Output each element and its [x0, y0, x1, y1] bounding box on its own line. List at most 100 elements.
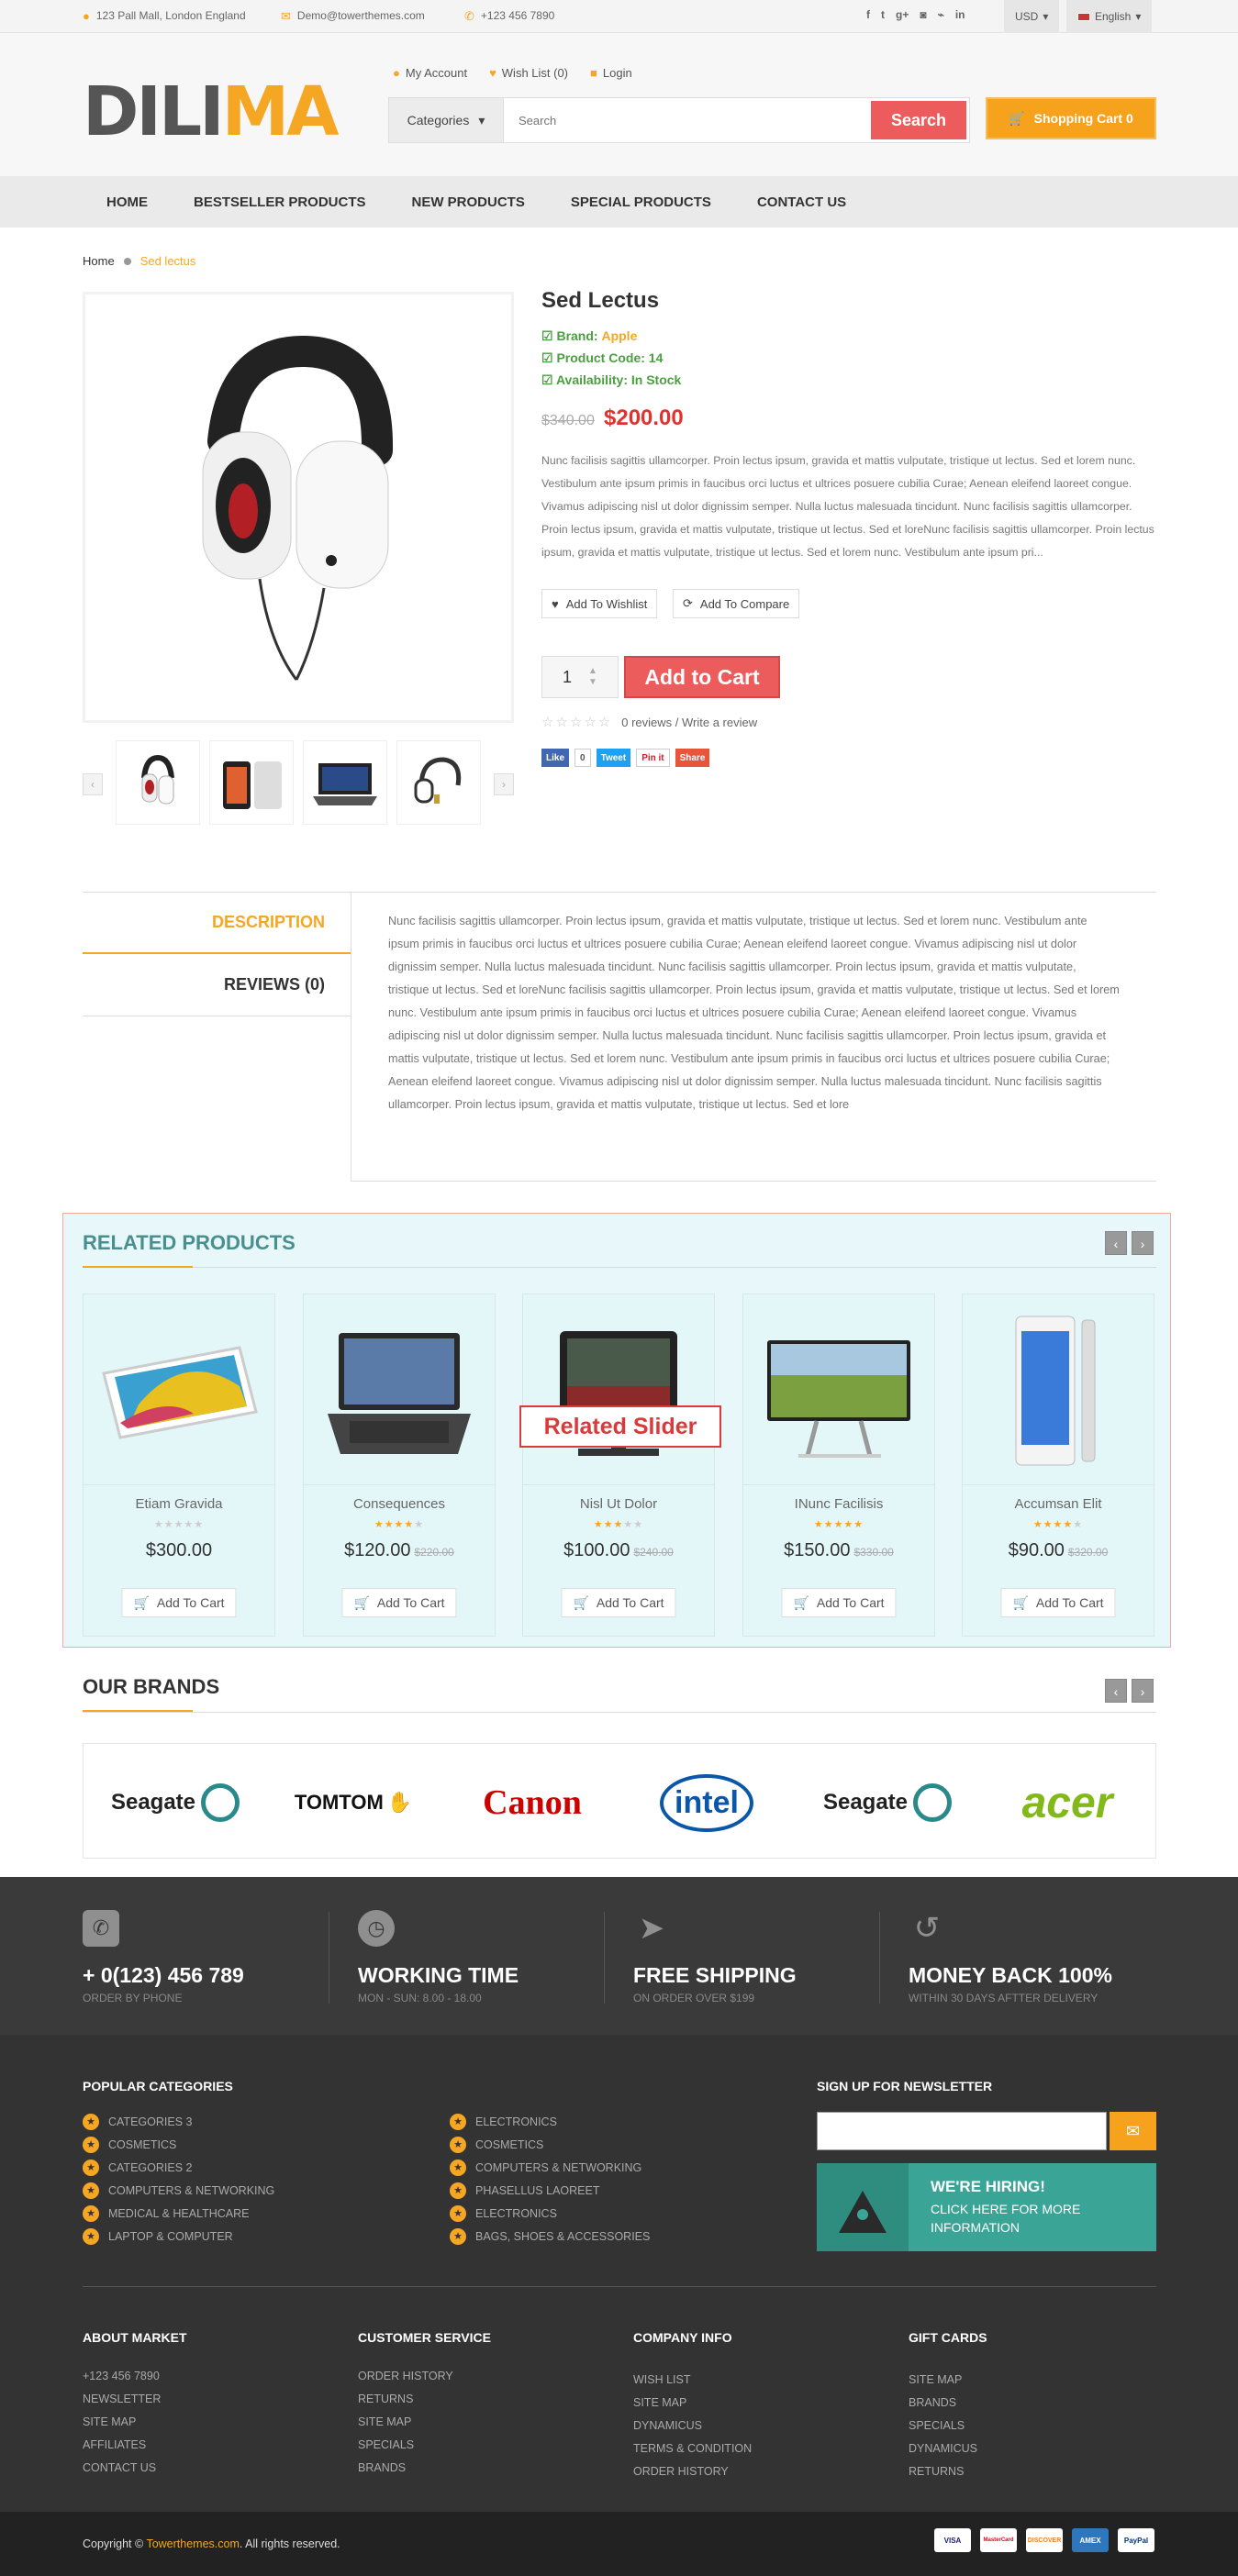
- product-image[interactable]: [84, 1294, 274, 1485]
- facebook-like-button[interactable]: Like: [541, 749, 570, 767]
- hiring-banner[interactable]: WE'RE HIRING! CLICK HERE FOR MORE INFORM…: [817, 2163, 1156, 2251]
- related-product-card[interactable]: Etiam Gravida ★★★★★ $300.00 🛒 Add To Cart: [83, 1294, 275, 1637]
- brands-prev-button[interactable]: ‹: [1105, 1679, 1127, 1703]
- reviews-link[interactable]: 0 reviews / Write a review: [621, 716, 757, 729]
- rss-icon[interactable]: ⌁: [938, 8, 944, 21]
- footer-link[interactable]: NEWSLETTER: [83, 2388, 161, 2411]
- linkedin-icon[interactable]: in: [955, 8, 965, 21]
- nav-contact[interactable]: CONTACT US: [757, 194, 846, 210]
- tweet-button[interactable]: Tweet: [596, 749, 631, 767]
- nav-special-products[interactable]: SPECIAL PRODUCTS: [571, 194, 711, 210]
- shopping-cart-button[interactable]: 🛒 Shopping Cart 0: [986, 97, 1156, 139]
- footer-link[interactable]: ORDER HISTORY: [633, 2460, 752, 2483]
- footer-link[interactable]: SPECIALS: [909, 2415, 977, 2437]
- twitter-icon[interactable]: t: [881, 8, 885, 21]
- footer-link[interactable]: SITE MAP: [358, 2411, 453, 2434]
- add-to-cart-button[interactable]: 🛒 Add To Cart: [341, 1588, 457, 1617]
- quantity-stepper[interactable]: 1 ▲ ▼: [541, 656, 619, 698]
- product-image[interactable]: [963, 1294, 1154, 1485]
- newsletter-email-input[interactable]: [817, 2112, 1107, 2150]
- newsletter-submit-button[interactable]: ✉: [1110, 2112, 1156, 2150]
- related-product-card[interactable]: Consequences ★★★★★ $120.00 $220.00 🛒 Add T…: [303, 1294, 496, 1637]
- related-product-card[interactable]: INunc Facilisis ★★★★★ $150.00 $330.00 🛒 Ad…: [742, 1294, 935, 1637]
- brands-next-button[interactable]: ›: [1132, 1679, 1154, 1703]
- category-link[interactable]: ★ COMPUTERS & NETWORKING: [83, 2179, 274, 2202]
- related-product-card[interactable]: Nisl Ut Dolor ★★★★★ $100.00 $240.00 🛒 Add …: [522, 1294, 715, 1637]
- nav-home[interactable]: HOME: [106, 194, 148, 210]
- add-to-wishlist-button[interactable]: ♥ Add To Wishlist: [541, 589, 658, 618]
- copyright-link[interactable]: Towerthemes.com: [146, 2537, 239, 2550]
- instagram-icon[interactable]: ◙: [920, 8, 926, 21]
- footer-link[interactable]: ORDER HISTORY: [358, 2365, 453, 2388]
- category-link[interactable]: ★ BAGS, SHOES & ACCESSORIES: [450, 2225, 650, 2248]
- footer-link[interactable]: BRANDS: [358, 2457, 453, 2480]
- category-link[interactable]: ★ CATEGORIES 3: [83, 2110, 274, 2133]
- thumbnail[interactable]: [303, 740, 387, 825]
- related-product-card[interactable]: Accumsan Elit ★★★★★ $90.00 $320.00 🛒 Add T…: [962, 1294, 1154, 1637]
- brand-logo-seagate[interactable]: Seagate: [809, 1771, 965, 1835]
- facebook-icon[interactable]: f: [866, 8, 870, 21]
- category-link[interactable]: ★ ELECTRONICS: [450, 2202, 650, 2225]
- thumbnail[interactable]: [209, 740, 294, 825]
- email[interactable]: ✉ Demo@towerthemes.com: [281, 9, 425, 22]
- currency-dropdown[interactable]: USD ▾: [1004, 0, 1060, 33]
- thumbnail[interactable]: [116, 740, 200, 825]
- nav-new-products[interactable]: NEW PRODUCTS: [412, 194, 525, 210]
- footer-link[interactable]: SITE MAP: [909, 2369, 977, 2392]
- brand-logo-intel[interactable]: intel: [647, 1771, 766, 1835]
- wishlist-link[interactable]: ♥ Wish List (0): [489, 66, 568, 80]
- footer-link[interactable]: BRANDS: [909, 2392, 977, 2415]
- add-to-cart-button[interactable]: 🛒 Add To Cart: [121, 1588, 237, 1617]
- product-name[interactable]: Accumsan Elit: [963, 1496, 1154, 1512]
- language-dropdown[interactable]: English ▾: [1066, 0, 1153, 33]
- footer-link[interactable]: SPECIALS: [358, 2434, 453, 2457]
- add-to-cart-button[interactable]: 🛒 Add To Cart: [1000, 1588, 1116, 1617]
- product-image[interactable]: [304, 1294, 495, 1485]
- google-plus-icon[interactable]: g+: [896, 8, 909, 21]
- footer-link[interactable]: RETURNS: [358, 2388, 453, 2411]
- category-link[interactable]: ★ COSMETICS: [83, 2133, 274, 2156]
- footer-link[interactable]: WISH LIST: [633, 2369, 752, 2392]
- product-main-image[interactable]: [83, 292, 514, 723]
- footer-link[interactable]: RETURNS: [909, 2460, 977, 2483]
- product-name[interactable]: Consequences: [304, 1496, 495, 1512]
- tab-description[interactable]: DESCRIPTION: [83, 892, 351, 954]
- footer-link[interactable]: AFFILIATES: [83, 2434, 161, 2457]
- quantity-value[interactable]: 1: [563, 668, 572, 687]
- add-to-compare-button[interactable]: ⟳ Add To Compare: [673, 589, 800, 618]
- product-image[interactable]: [743, 1294, 934, 1485]
- tab-reviews[interactable]: REVIEWS (0): [83, 954, 351, 1016]
- footer-link[interactable]: SITE MAP: [83, 2411, 161, 2434]
- category-link[interactable]: ★ COSMETICS: [450, 2133, 650, 2156]
- brand-logo-seagate[interactable]: Seagate: [97, 1771, 253, 1835]
- chevron-down-icon[interactable]: ▼: [588, 677, 597, 688]
- logo[interactable]: DILIMA: [83, 75, 340, 149]
- category-link[interactable]: ★ MEDICAL & HEALTHCARE: [83, 2202, 274, 2225]
- add-to-cart-button[interactable]: 🛒 Add To Cart: [781, 1588, 897, 1617]
- category-link[interactable]: ★ PHASELLUS LAOREET: [450, 2179, 650, 2202]
- share-button[interactable]: Share: [675, 749, 710, 767]
- my-account-link[interactable]: ● My Account: [393, 66, 467, 80]
- search-input[interactable]: [504, 98, 868, 142]
- related-prev-button[interactable]: ‹: [1105, 1231, 1127, 1255]
- thumb-prev-button[interactable]: ‹: [83, 773, 103, 795]
- category-link[interactable]: ★ LAPTOP & COMPUTER: [83, 2225, 274, 2248]
- pin-button[interactable]: Pin it: [636, 749, 670, 767]
- brand-link[interactable]: Apple: [601, 328, 637, 343]
- product-name[interactable]: INunc Facilisis: [743, 1496, 934, 1512]
- product-name[interactable]: Etiam Gravida: [84, 1496, 274, 1512]
- product-name[interactable]: Nisl Ut Dolor: [523, 1496, 714, 1512]
- login-link[interactable]: ■ Login: [590, 66, 632, 80]
- category-link[interactable]: ★ ELECTRONICS: [450, 2110, 650, 2133]
- nav-bestseller[interactable]: BESTSELLER PRODUCTS: [194, 194, 366, 210]
- chevron-up-icon[interactable]: ▲: [588, 666, 597, 677]
- footer-link[interactable]: CONTACT US: [83, 2457, 161, 2480]
- brand-logo-tomtom[interactable]: TOMTOM ✋: [275, 1771, 431, 1835]
- footer-link[interactable]: DYNAMICUS: [633, 2415, 752, 2437]
- footer-link[interactable]: SITE MAP: [633, 2392, 752, 2415]
- add-to-cart-button[interactable]: 🛒 Add To Cart: [561, 1588, 676, 1617]
- thumb-next-button[interactable]: ›: [494, 773, 514, 795]
- footer-link[interactable]: DYNAMICUS: [909, 2437, 977, 2460]
- footer-link[interactable]: TERMS & CONDITION: [633, 2437, 752, 2460]
- thumbnail[interactable]: [396, 740, 481, 825]
